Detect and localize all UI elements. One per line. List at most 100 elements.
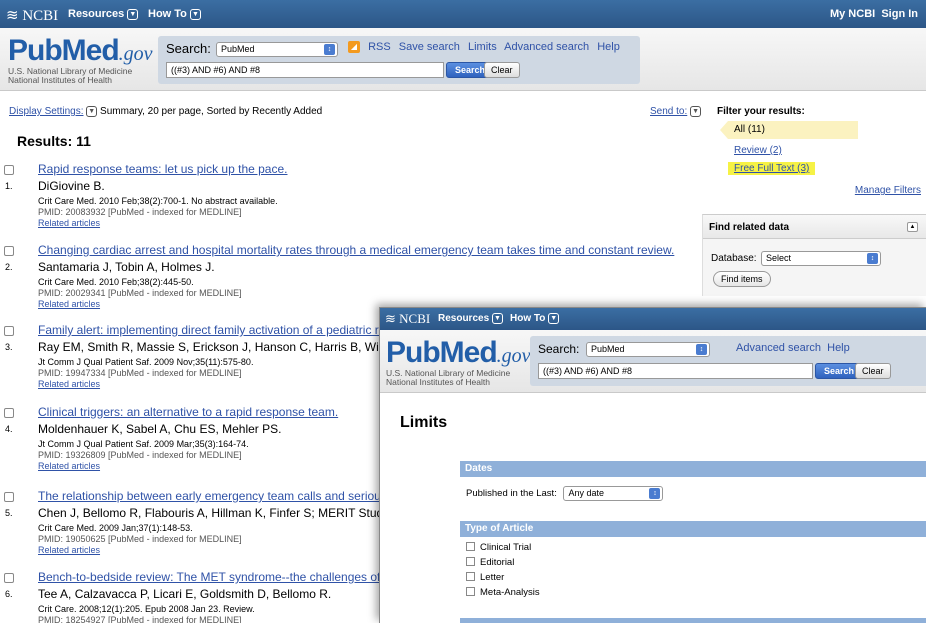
send-to-link[interactable]: Send to:: [650, 106, 687, 117]
result-checkbox[interactable]: [4, 408, 14, 418]
checkbox[interactable]: [466, 572, 475, 581]
filter-review[interactable]: Review (2): [734, 145, 782, 156]
published-select[interactable]: Any date ↕: [563, 486, 664, 501]
result-title-link[interactable]: The relationship between early emergency…: [38, 489, 410, 503]
result-checkbox[interactable]: [4, 246, 14, 256]
next-section-header: [460, 618, 926, 623]
result-checkbox[interactable]: [4, 573, 14, 583]
type-option[interactable]: Clinical Trial: [466, 541, 926, 556]
resources-label: Resources: [438, 313, 490, 325]
related-articles-link[interactable]: Related articles: [38, 299, 100, 309]
clear-button[interactable]: Clear: [855, 363, 891, 379]
rss-icon[interactable]: ◢: [348, 41, 360, 54]
type-label: Editorial: [480, 557, 515, 568]
result-number: 1.: [5, 181, 13, 191]
result-checkbox[interactable]: [4, 326, 14, 336]
limits-search-links: Advanced search Help: [736, 342, 850, 354]
result-checkbox[interactable]: [4, 492, 14, 502]
checkbox[interactable]: [466, 542, 475, 551]
type-label: Clinical Trial: [480, 542, 532, 553]
advanced-search-link[interactable]: Advanced search: [504, 41, 589, 53]
logo-pub: Pub: [8, 34, 63, 67]
search-input[interactable]: ((#3) AND #6) AND #8: [166, 62, 444, 78]
result-authors: Santamaria J, Tobin A, Holmes J.: [38, 260, 215, 274]
filter-heading: Filter your results:: [717, 106, 805, 117]
manage-filters-link[interactable]: Manage Filters: [855, 185, 921, 196]
ncbi-brand-text: NCBI: [399, 311, 431, 326]
database-select[interactable]: PubMed ↕: [216, 42, 338, 57]
filter-free-full-text[interactable]: Free Full Text (3): [728, 162, 816, 175]
result-authors: DiGiovine B.: [38, 179, 105, 193]
search-label: Search:: [538, 342, 580, 356]
find-related-data-title: Find related data: [709, 222, 790, 233]
result-checkbox[interactable]: [4, 165, 14, 175]
advanced-search-link[interactable]: Advanced search: [736, 342, 821, 354]
ncbi-logo[interactable]: ≋ NCBI: [385, 311, 430, 327]
result-title-link[interactable]: Family alert: implementing direct family…: [38, 323, 401, 337]
help-link[interactable]: Help: [597, 41, 620, 53]
result-title-link[interactable]: Rapid response teams: let us pick up the…: [38, 162, 287, 176]
howto-menu[interactable]: How To ▼: [148, 8, 201, 20]
related-articles-link[interactable]: Related articles: [38, 545, 100, 555]
limits-ncbi-topbar: ≋ NCBI Resources ▼ How To ▼: [380, 308, 926, 330]
dates-heading: Dates: [460, 461, 926, 477]
myncbi-link[interactable]: My NCBI: [830, 8, 875, 20]
resources-menu[interactable]: Resources ▼: [438, 313, 503, 324]
resources-label: Resources: [68, 8, 125, 20]
related-articles-link[interactable]: Related articles: [38, 379, 100, 389]
resources-menu[interactable]: Resources ▼: [68, 8, 139, 20]
result-authors: Chen J, Bellomo R, Flabouris A, Hillman …: [38, 506, 416, 520]
checkbox[interactable]: [466, 557, 475, 566]
filter-all[interactable]: All (11): [720, 121, 858, 139]
related-database-select[interactable]: Select ↕: [761, 251, 881, 266]
limits-link[interactable]: Limits: [468, 41, 497, 53]
database-select[interactable]: PubMed ↕: [586, 342, 710, 357]
result-title-link[interactable]: Changing cardiac arrest and hospital mor…: [38, 243, 674, 257]
result-title-link[interactable]: Clinical triggers: an alternative to a r…: [38, 405, 338, 419]
display-settings-link[interactable]: Display Settings:: [9, 106, 83, 117]
display-settings-text: Summary, 20 per page, Sorted by Recently…: [100, 106, 323, 118]
result-item: 1. Rapid response teams: let us pick up …: [0, 162, 700, 232]
help-link[interactable]: Help: [827, 342, 850, 354]
result-authors: Ray EM, Smith R, Massie S, Erickson J, H…: [38, 340, 415, 354]
chevron-down-icon[interactable]: ▼: [86, 106, 98, 117]
limits-header: PubMed.gov U.S. National Library of Medi…: [380, 330, 926, 393]
result-pmid: PMID: 19050625 [PubMed - indexed for MED…: [38, 534, 242, 544]
type-of-article-heading: Type of Article: [460, 521, 926, 537]
result-citation: Crit Care Med. 2010 Feb;38(2):445-50.: [38, 277, 194, 287]
logo-pub: Pub: [386, 336, 441, 369]
type-of-article-section: Type of Article Clinical Trial Editorial…: [460, 521, 926, 617]
checkbox[interactable]: [466, 587, 475, 596]
signin-link[interactable]: Sign In: [881, 8, 918, 20]
clear-button[interactable]: Clear: [484, 62, 520, 78]
type-option[interactable]: Letter: [466, 571, 926, 586]
send-to[interactable]: Send to: ▼: [650, 106, 702, 117]
database-value: PubMed: [591, 344, 625, 354]
ncbi-topbar: ≋ NCBI Resources ▼ How To ▼ My NCBI Sign…: [0, 0, 926, 28]
result-pmid: PMID: 19326809 [PubMed - indexed for MED…: [38, 450, 242, 460]
search-links: ◢ RSS Save search Limits Advanced search…: [348, 41, 625, 54]
type-option[interactable]: Editorial: [466, 556, 926, 571]
ncbi-logo[interactable]: ≋ NCBI: [6, 6, 58, 25]
chevron-down-icon: ▼: [548, 313, 560, 324]
howto-menu[interactable]: How To ▼: [510, 313, 560, 324]
find-items-button[interactable]: Find items: [713, 271, 771, 287]
select-arrows-icon: ↕: [696, 344, 707, 355]
pubmed-logo[interactable]: PubMed.gov U.S. National Library of Medi…: [8, 34, 153, 86]
search-panel: Search: PubMed ↕ ◢ RSS Save search Limit…: [158, 36, 640, 84]
ncbi-icon: ≋: [6, 8, 19, 24]
collapse-icon[interactable]: ▲: [907, 222, 918, 232]
related-articles-link[interactable]: Related articles: [38, 218, 100, 228]
search-input[interactable]: ((#3) AND #6) AND #8: [538, 363, 813, 379]
related-articles-link[interactable]: Related articles: [38, 461, 100, 471]
type-option[interactable]: Meta-Analysis: [466, 586, 926, 601]
select-arrows-icon: ↕: [324, 44, 335, 55]
rss-link[interactable]: RSS: [368, 41, 391, 53]
save-search-link[interactable]: Save search: [399, 41, 460, 53]
find-related-data-header[interactable]: Find related data ▲: [703, 215, 926, 239]
result-pmid: PMID: 19947334 [PubMed - indexed for MED…: [38, 368, 242, 378]
result-title-link[interactable]: Bench-to-bedside review: The MET syndrom…: [38, 570, 407, 584]
pubmed-logo[interactable]: PubMed.gov U.S. National Library of Medi…: [386, 336, 531, 388]
logo-med: Med: [439, 336, 498, 369]
limits-window: ≋ NCBI Resources ▼ How To ▼ PubMed.gov U…: [379, 307, 926, 623]
